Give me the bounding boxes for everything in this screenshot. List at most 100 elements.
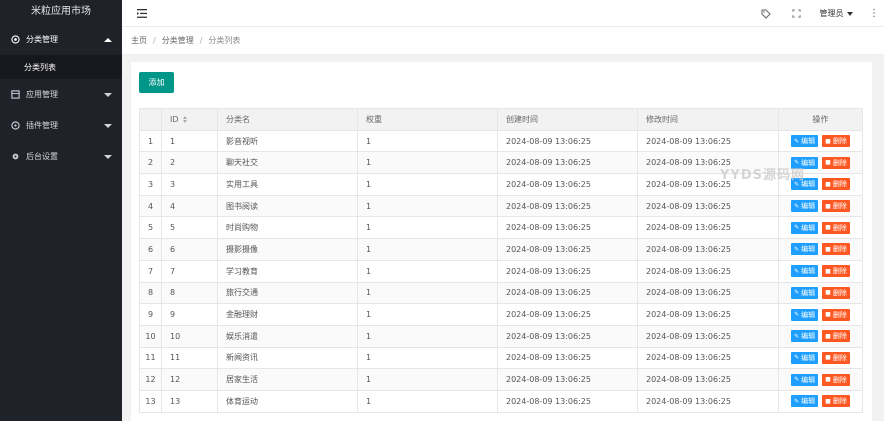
edit-button[interactable]: ✎ 编辑 (791, 200, 819, 213)
row-weight-cell: 1 (357, 368, 498, 391)
delete-button[interactable]: ■ 删除 (822, 156, 850, 169)
row-id-cell: 1 (161, 129, 218, 153)
sidebar-item-settings[interactable]: 后台设置 (0, 141, 122, 172)
delete-label: 删除 (832, 288, 847, 297)
pencil-icon: ✎ (794, 332, 800, 340)
sidebar-subitem-category-list[interactable]: 分类列表 (0, 55, 122, 79)
row-weight-cell: 1 (357, 324, 498, 348)
column-header-created: 创建时间 (497, 108, 638, 131)
trash-icon: ■ (825, 159, 831, 167)
row-name-cell: 居家生活 (217, 368, 358, 391)
tag-icon[interactable] (756, 0, 776, 27)
table-row: 9 9 金融理财 1 2024-08-09 13:06:25 2024-08-09 13:… (139, 303, 863, 326)
row-modified-cell: 2024-08-09 13:06:25 (637, 129, 779, 153)
delete-button[interactable]: ■ 删除 (822, 330, 850, 343)
delete-label: 删除 (832, 202, 847, 211)
sidebar-item-category[interactable]: 分类管理 (0, 24, 122, 55)
more-icon[interactable]: ⋮ (866, 0, 882, 27)
watermark: YYDS源码网 (720, 168, 805, 183)
row-id-cell: 4 (161, 194, 218, 218)
table-row: 5 5 时尚购物 1 2024-08-09 13:06:25 2024-08-09 13:… (139, 216, 863, 240)
row-weight-cell: 1 (357, 303, 498, 326)
row-index-cell: 9 (139, 303, 162, 326)
pencil-icon: ✎ (794, 267, 800, 275)
delete-button[interactable]: ■ 删除 (822, 351, 850, 364)
breadcrumb-category[interactable]: 分类管理 (162, 35, 194, 46)
row-index-cell: 1 (139, 129, 162, 153)
sidebar-item-label: 应用管理 (26, 90, 58, 99)
column-header-weight: 权重 (357, 108, 498, 131)
row-created-cell: 2024-08-09 13:06:25 (497, 173, 638, 196)
delete-button[interactable]: ■ 删除 (822, 265, 850, 278)
plugin-icon (10, 121, 20, 131)
row-index-cell: 2 (139, 151, 162, 175)
row-name-cell: 体育运动 (217, 389, 358, 413)
breadcrumb-home[interactable]: 主页 (131, 35, 147, 46)
row-actions-cell: ✎ 编辑 ■ 删除 (778, 216, 863, 240)
delete-button[interactable]: ■ 删除 (822, 286, 850, 299)
row-weight-cell: 1 (357, 238, 498, 261)
edit-label: 编辑 (801, 397, 816, 406)
delete-button[interactable]: ■ 删除 (822, 308, 850, 321)
delete-label: 删除 (832, 397, 847, 406)
edit-button[interactable]: ✎ 编辑 (791, 395, 819, 408)
row-created-cell: 2024-08-09 13:06:25 (497, 259, 638, 283)
sidebar-item-label: 分类管理 (26, 35, 58, 44)
sidebar-item-plugins[interactable]: 插件管理 (0, 110, 122, 141)
row-created-cell: 2024-08-09 13:06:25 (497, 151, 638, 175)
delete-button[interactable]: ■ 删除 (822, 221, 850, 234)
trash-icon: ■ (825, 332, 831, 340)
sidebar-item-apps[interactable]: 应用管理 (0, 79, 122, 110)
edit-button[interactable]: ✎ 编辑 (791, 265, 819, 278)
user-menu[interactable]: 管理员 (816, 0, 856, 27)
delete-button[interactable]: ■ 删除 (822, 395, 850, 408)
menu-toggle-icon[interactable] (132, 0, 152, 27)
edit-label: 编辑 (801, 245, 816, 254)
pencil-icon: ✎ (794, 397, 800, 405)
row-weight-cell: 1 (357, 259, 498, 283)
row-modified-cell: 2024-08-09 13:06:25 (637, 303, 779, 326)
column-header-index (139, 108, 162, 131)
edit-label: 编辑 (801, 310, 816, 319)
add-button[interactable]: 添加 (139, 72, 174, 93)
delete-button[interactable]: ■ 删除 (822, 373, 850, 386)
edit-button[interactable]: ✎ 编辑 (791, 308, 819, 321)
edit-button[interactable]: ✎ 编辑 (791, 351, 819, 364)
row-name-cell: 金融理财 (217, 303, 358, 326)
column-header-id[interactable]: ID (161, 108, 218, 131)
row-created-cell: 2024-08-09 13:06:25 (497, 194, 638, 218)
fullscreen-icon[interactable] (786, 0, 806, 27)
edit-button[interactable]: ✎ 编辑 (791, 286, 819, 299)
delete-label: 删除 (832, 353, 847, 362)
row-actions-cell: ✎ 编辑 ■ 删除 (778, 389, 863, 413)
row-modified-cell: 2024-08-09 13:06:25 (637, 346, 779, 370)
trash-icon: ■ (825, 354, 831, 362)
pencil-icon: ✎ (794, 224, 800, 232)
breadcrumb-separator: / (199, 36, 203, 45)
edit-label: 编辑 (801, 223, 816, 232)
trash-icon: ■ (825, 267, 831, 275)
edit-button[interactable]: ✎ 编辑 (791, 330, 819, 343)
row-created-cell: 2024-08-09 13:06:25 (497, 346, 638, 370)
edit-button[interactable]: ✎ 编辑 (791, 221, 819, 234)
column-header-actions: 操作 (778, 108, 863, 131)
sort-icon[interactable] (182, 115, 187, 123)
delete-button[interactable]: ■ 删除 (822, 200, 850, 213)
edit-button[interactable]: ✎ 编辑 (791, 243, 819, 256)
row-actions-cell: ✎ 编辑 ■ 删除 (778, 129, 863, 153)
delete-button[interactable]: ■ 删除 (822, 135, 850, 148)
chevron-down-icon (104, 123, 112, 128)
app-brand: 米粒应用市场 (31, 6, 91, 17)
row-created-cell: 2024-08-09 13:06:25 (497, 216, 638, 240)
delete-button[interactable]: ■ 删除 (822, 178, 850, 191)
breadcrumb-separator: / (153, 36, 156, 45)
edit-button[interactable]: ✎ 编辑 (791, 135, 819, 148)
edit-button[interactable]: ✎ 编辑 (791, 373, 819, 386)
row-index-cell: 13 (139, 389, 162, 413)
row-modified-cell: 2024-08-09 13:06:25 (637, 368, 779, 391)
row-name-cell: 影音视听 (217, 129, 358, 153)
row-name-cell: 新闻资讯 (217, 346, 358, 370)
delete-label: 删除 (832, 137, 847, 146)
row-created-cell: 2024-08-09 13:06:25 (497, 324, 638, 348)
delete-button[interactable]: ■ 删除 (822, 243, 850, 256)
